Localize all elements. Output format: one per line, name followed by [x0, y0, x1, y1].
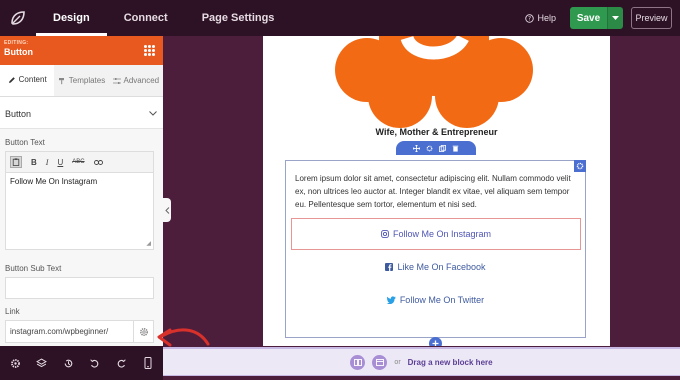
drop-zone-label: Drag a new block here — [407, 357, 493, 367]
move-icon[interactable] — [413, 144, 420, 152]
sliders-icon — [112, 77, 121, 84]
paste-text-icon[interactable] — [10, 156, 22, 168]
twitter-icon — [386, 296, 396, 304]
sub-text-input[interactable] — [5, 277, 154, 299]
facebook-button[interactable]: Like Me On Facebook — [286, 260, 585, 274]
facebook-icon — [385, 263, 394, 271]
bottom-toolbar — [0, 346, 163, 380]
button-text-editor: B I U ABC Follow Me On Instagram ◢ — [5, 151, 154, 250]
gear-icon — [576, 162, 584, 170]
link-label: Link — [5, 307, 20, 316]
underline-icon[interactable]: U — [57, 158, 63, 167]
paint-roller-icon — [58, 77, 64, 84]
template-icon — [375, 358, 384, 366]
blocks-grid-icon[interactable] — [144, 45, 155, 56]
save-button-group: Save — [570, 7, 623, 29]
twitter-button-label: Follow Me On Twitter — [399, 295, 485, 305]
button-text-label: Button Text — [5, 138, 45, 147]
layers-button[interactable] — [35, 356, 49, 370]
tab-connect[interactable]: Connect — [107, 0, 185, 36]
resize-handle-icon[interactable]: ◢ — [146, 240, 151, 247]
history-icon — [64, 359, 73, 367]
undo-icon — [90, 358, 99, 368]
revisions-button[interactable] — [61, 356, 75, 370]
button-text-input[interactable]: Follow Me On Instagram ◢ — [6, 173, 153, 249]
save-button[interactable]: Save — [570, 7, 607, 29]
help-icon: ? — [525, 13, 535, 23]
body-text[interactable]: Lorem ipsum dolor sit amet, consectetur … — [286, 161, 585, 211]
button-text-value: Follow Me On Instagram — [10, 177, 98, 186]
editing-label: EDITING: — [4, 40, 29, 46]
twitter-button[interactable]: Follow Me On Twitter — [286, 293, 585, 307]
redo-icon — [117, 358, 126, 368]
tab-content-label: Content — [18, 75, 47, 84]
global-settings-button[interactable] — [8, 356, 22, 370]
undo-button[interactable] — [88, 356, 102, 370]
svg-text:?: ? — [528, 16, 531, 22]
page-canvas: Wife, Mother & Entrepreneur Lorem ipsum … — [263, 36, 610, 346]
drop-or-label: or — [394, 358, 401, 366]
add-block-button[interactable] — [429, 337, 442, 346]
trash-icon[interactable] — [452, 145, 459, 152]
gear-icon — [10, 358, 20, 368]
tagline-heading[interactable]: Wife, Mother & Entrepreneur — [263, 127, 610, 137]
duplicate-icon[interactable] — [439, 144, 446, 152]
save-dropdown-button[interactable] — [607, 7, 623, 29]
sub-text-label: Button Sub Text — [5, 264, 62, 273]
facebook-button-label: Like Me On Facebook — [397, 262, 486, 272]
instagram-button-label: Follow Me On Instagram — [392, 229, 492, 239]
bold-icon[interactable]: B — [31, 158, 37, 167]
left-panel: EDITING: Button Content Templates Advanc… — [0, 36, 163, 346]
tab-content[interactable]: Content — [0, 65, 55, 96]
panel-header: EDITING: Button — [0, 36, 163, 65]
collapse-panel-button[interactable] — [163, 198, 171, 222]
link-icon[interactable] — [93, 159, 103, 166]
content-block[interactable]: Lorem ipsum dolor sit amet, consectetur … — [285, 160, 586, 338]
strikethrough-icon[interactable]: ABC — [72, 159, 84, 165]
tab-page-settings[interactable]: Page Settings — [185, 0, 292, 36]
pencil-icon — [8, 76, 15, 83]
seedprod-logo-icon[interactable] — [0, 0, 36, 36]
add-saved-block-button[interactable] — [372, 354, 388, 370]
tab-design[interactable]: Design — [36, 0, 107, 36]
tab-advanced[interactable]: Advanced — [109, 65, 163, 96]
layers-icon — [36, 358, 48, 367]
panel-title: Button — [4, 47, 33, 57]
mobile-preview-button[interactable] — [141, 356, 155, 370]
settings-icon[interactable] — [426, 145, 433, 152]
tab-templates-label: Templates — [68, 76, 106, 85]
add-section-button[interactable] — [350, 354, 366, 370]
preview-button[interactable]: Preview — [631, 7, 672, 29]
section-title: Button — [5, 108, 32, 119]
instagram-icon — [381, 230, 389, 238]
button-section-header[interactable]: Button — [0, 97, 163, 129]
top-bar: Design Connect Page Settings ? Help Save… — [0, 0, 680, 36]
caret-down-icon — [612, 15, 619, 20]
plus-icon — [432, 340, 439, 346]
panel-tabs: Content Templates Advanced — [0, 65, 163, 97]
mobile-icon — [144, 357, 152, 369]
drop-zone[interactable]: or Drag a new block here — [163, 347, 680, 376]
instagram-button[interactable]: Follow Me On Instagram — [291, 218, 581, 250]
chevron-down-icon — [149, 111, 157, 116]
redo-button[interactable] — [114, 356, 128, 370]
chevron-left-icon — [164, 206, 169, 214]
block-toolbar — [396, 141, 476, 155]
help-link[interactable]: ? Help — [525, 13, 556, 23]
gear-icon — [139, 327, 148, 336]
tab-templates[interactable]: Templates — [54, 65, 108, 96]
block-settings-button[interactable] — [574, 160, 586, 172]
help-label: Help — [537, 13, 556, 23]
italic-icon[interactable]: I — [46, 158, 49, 167]
columns-icon — [353, 358, 362, 366]
editor-toolbar: B I U ABC — [6, 152, 153, 173]
tab-advanced-label: Advanced — [123, 76, 160, 85]
link-input[interactable]: instagram.com/wpbeginner/ — [6, 327, 133, 336]
link-field: instagram.com/wpbeginner/ — [5, 320, 154, 343]
